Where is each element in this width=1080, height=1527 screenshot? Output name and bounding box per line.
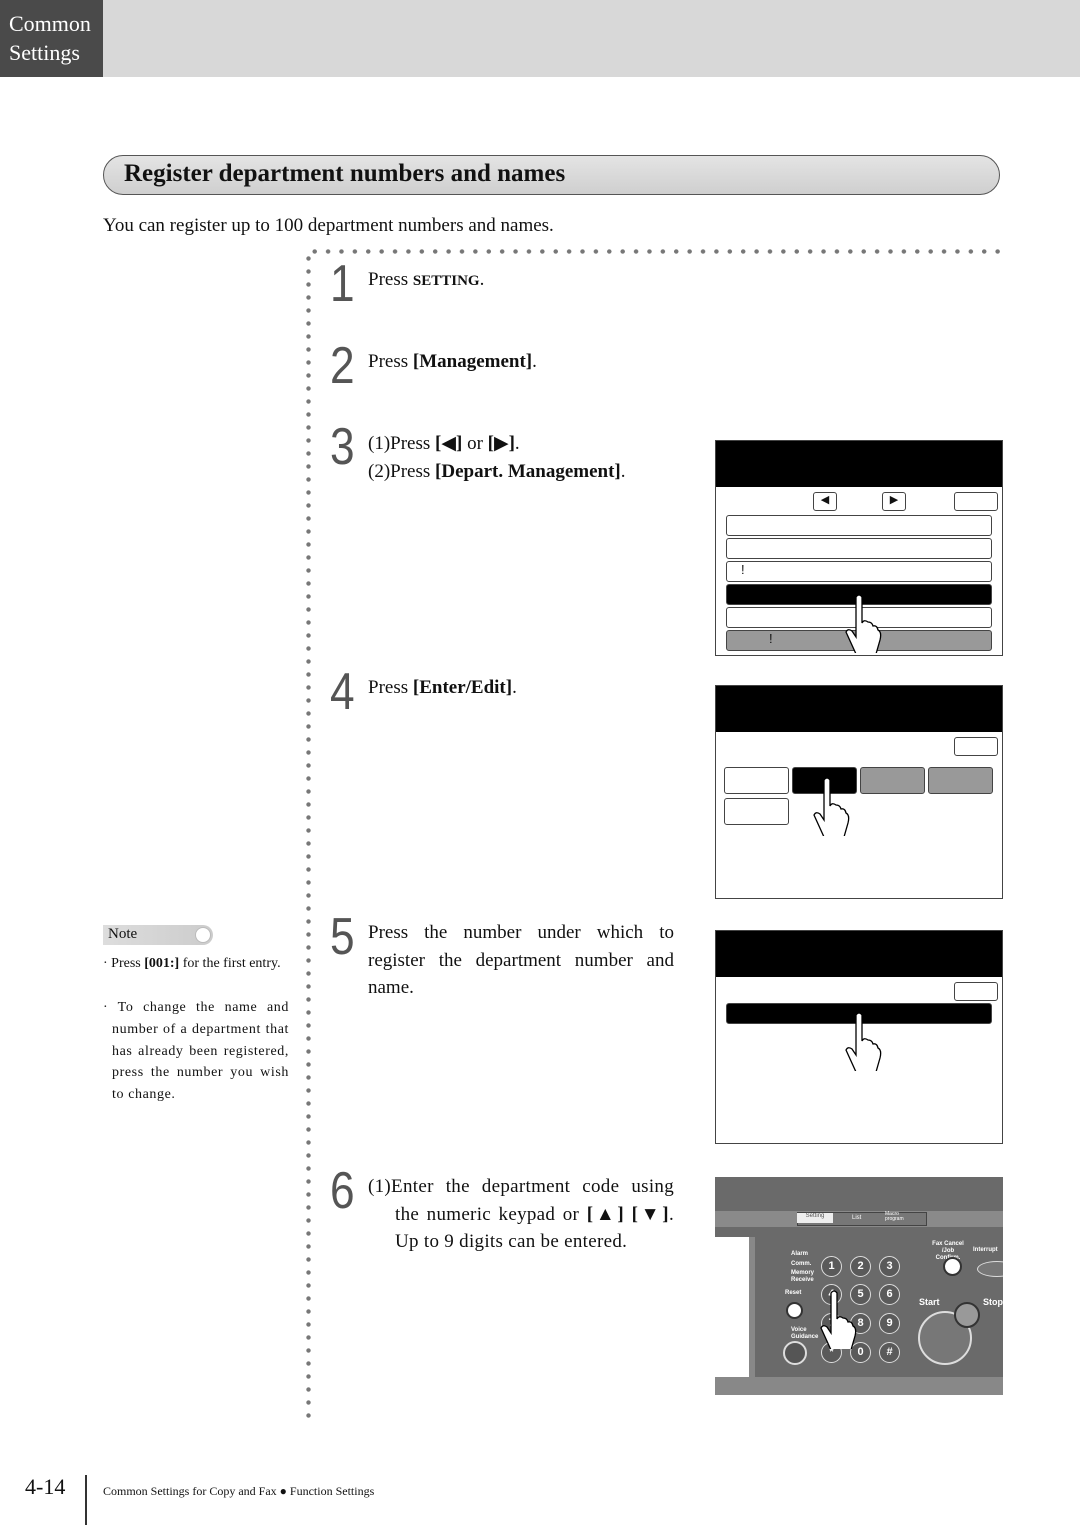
page-title: Register department numbers and names xyxy=(103,155,1000,195)
start-label: Start xyxy=(919,1297,940,1307)
step-text: Press the number under which to register… xyxy=(368,922,674,998)
option-button[interactable] xyxy=(724,798,789,825)
pointing-hand-icon xyxy=(845,594,882,653)
pointing-hand-icon xyxy=(813,777,850,836)
screen-department-list xyxy=(715,930,1003,1144)
reset-button[interactable] xyxy=(786,1302,803,1319)
screen-department-menu: ◀ ▶ ! ! xyxy=(715,440,1003,656)
intro-text: You can register up to 100 department nu… xyxy=(103,215,554,236)
key-hash[interactable]: # xyxy=(879,1342,900,1363)
note-decoration xyxy=(195,927,211,943)
alarm-label: Alarm xyxy=(791,1251,809,1257)
voice-guidance-label: Voice Guidance xyxy=(791,1327,819,1340)
left-arrow-button[interactable]: ◀ xyxy=(813,492,837,511)
step-text: Press [Management]. xyxy=(368,351,537,372)
screen-depart-management xyxy=(715,685,1003,899)
page-number: 4-14 xyxy=(25,1474,66,1499)
step-number: 4 xyxy=(330,663,355,721)
step-number: 3 xyxy=(330,418,355,476)
section-label: Settings xyxy=(9,40,80,65)
option-button[interactable] xyxy=(724,767,789,794)
key-9[interactable]: 9 xyxy=(879,1313,900,1334)
macro-program-key[interactable]: Macro program xyxy=(885,1212,915,1222)
top-bar xyxy=(0,0,1080,77)
step-number: 6 xyxy=(330,1162,355,1220)
setting-key[interactable]: Setting xyxy=(797,1213,833,1223)
right-arrow-button[interactable]: ▶ xyxy=(882,492,906,511)
step-text: Press SETTING. xyxy=(368,269,485,290)
note-item: · To change the name and number of a dep… xyxy=(103,1000,289,1103)
footer-divider xyxy=(85,1475,87,1525)
control-panel-keypad: Setting List Macro program Alarm Comm. M… xyxy=(715,1177,1003,1395)
dotted-divider xyxy=(306,252,311,1424)
section-tab: Common Settings xyxy=(0,0,103,77)
dotted-divider xyxy=(308,249,1003,254)
fax-cancel-button[interactable] xyxy=(943,1257,962,1276)
step-number: 2 xyxy=(330,337,355,395)
stop-button[interactable] xyxy=(954,1302,980,1328)
comm-label: Comm. xyxy=(791,1261,812,1267)
close-button[interactable] xyxy=(954,492,998,511)
step-number: 5 xyxy=(330,908,355,966)
pointing-hand-icon xyxy=(820,1290,857,1349)
step-text: (1)Press [◀] or [▶]. (2)Press [Depart. M… xyxy=(368,433,626,482)
section-label: Common xyxy=(9,11,91,36)
key-6[interactable]: 6 xyxy=(879,1284,900,1305)
reset-label: Reset xyxy=(785,1290,802,1296)
step-text: (1)Enter the department code using the n… xyxy=(368,1176,674,1252)
stop-label: Stop xyxy=(983,1297,1003,1307)
option-button[interactable] xyxy=(928,767,993,794)
menu-row[interactable] xyxy=(726,538,992,559)
close-button[interactable] xyxy=(954,982,998,1001)
pointing-hand-icon xyxy=(845,1012,882,1071)
interrupt-button[interactable] xyxy=(977,1261,1003,1277)
step-text: Press [Enter/Edit]. xyxy=(368,677,517,698)
memory-receive-label: Memory Receive xyxy=(791,1270,815,1283)
step-number: 1 xyxy=(330,255,355,313)
key-3[interactable]: 3 xyxy=(879,1256,900,1277)
footer-text: Common Settings for Copy and Fax ● Funct… xyxy=(103,1484,375,1498)
menu-row[interactable]: ! xyxy=(726,561,992,582)
key-1[interactable]: 1 xyxy=(821,1256,842,1277)
list-key[interactable]: List xyxy=(852,1215,861,1221)
close-button[interactable] xyxy=(954,737,998,756)
interrupt-label: Interrupt xyxy=(973,1247,998,1253)
key-2[interactable]: 2 xyxy=(850,1256,871,1277)
voice-guidance-button[interactable] xyxy=(783,1341,807,1365)
menu-row[interactable] xyxy=(726,515,992,536)
note-item: · Press [001:] for the first entry. xyxy=(103,956,281,971)
option-button[interactable] xyxy=(860,767,925,794)
